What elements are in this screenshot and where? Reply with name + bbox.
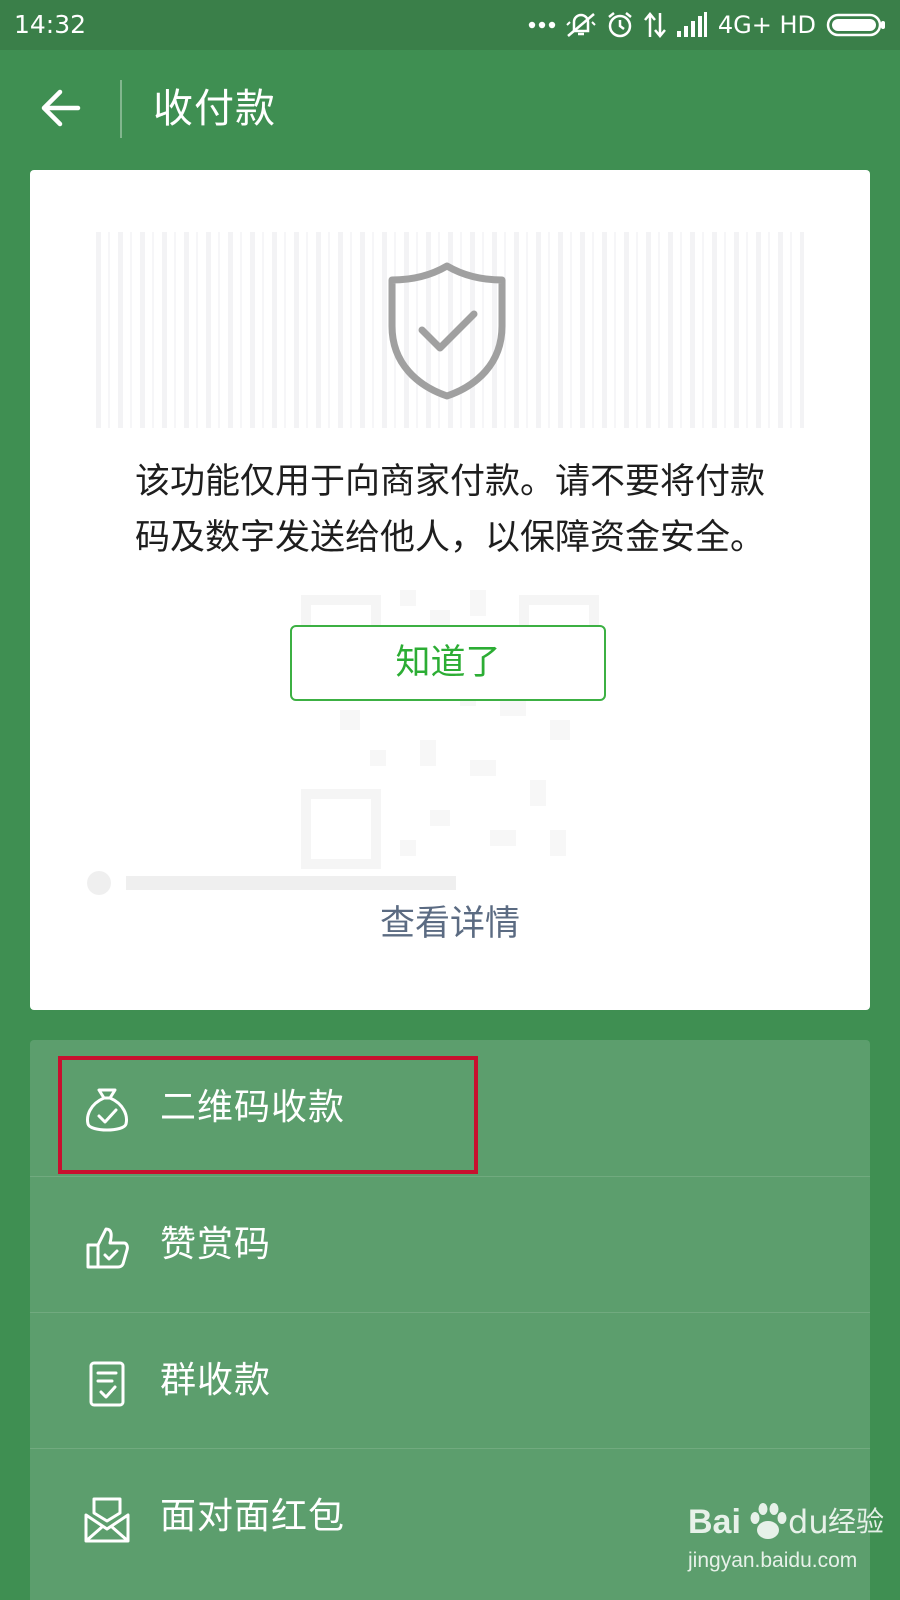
header-divider	[120, 80, 122, 138]
got-it-button[interactable]: 知道了	[290, 625, 606, 701]
menu-item-label: 群收款	[160, 1360, 272, 1401]
thumbs-up-icon	[86, 1227, 129, 1269]
menu-item-label: 二维码收款	[160, 1087, 346, 1128]
watermark-brand: Bai	[688, 1503, 741, 1541]
menu-item-label: 赞赏码	[160, 1224, 272, 1265]
status-time: 14:32	[14, 10, 87, 39]
baidu-watermark: Bai du 经验 jingyan.baidu.com	[688, 1500, 888, 1590]
watermark-brand-cn: 经验	[828, 1505, 885, 1538]
network-type: 4G+ HD	[717, 11, 816, 39]
battery-icon	[826, 12, 886, 38]
page-title: 收付款	[153, 86, 276, 132]
shield-check-icon	[388, 262, 506, 400]
alarm-icon	[606, 11, 634, 39]
notice-message-line1: 该功能仅用于向商家付款。请不要将付款	[134, 462, 765, 502]
data-transfer-icon	[643, 11, 666, 39]
menu-item-label: 面对面红包	[160, 1496, 346, 1537]
red-envelope-icon	[84, 1497, 130, 1543]
watermark-brand-du: du	[788, 1503, 829, 1541]
mute-vibrate-icon	[566, 11, 596, 39]
more-dots-icon	[528, 20, 556, 30]
qr-code-placeholder	[301, 590, 599, 869]
paw-icon	[750, 1503, 787, 1539]
watermark-url: jingyan.baidu.com	[688, 1549, 858, 1572]
arrow-left-icon	[38, 88, 82, 132]
hidden-caption-placeholder	[87, 871, 456, 895]
status-bar: 14:32 4G+ HD	[0, 0, 900, 50]
menu-item-reward-code[interactable]: 赞赏码	[30, 1177, 870, 1313]
app-bar: 收付款	[0, 50, 900, 168]
status-icons: 4G+ HD	[528, 8, 886, 42]
notice-message-line2: 码及数字发送给他人，以保障资金安全。	[134, 518, 765, 558]
receipt-icon	[89, 1361, 125, 1407]
menu-item-qr-receive[interactable]: 二维码收款	[30, 1040, 870, 1176]
money-bag-icon	[86, 1088, 128, 1132]
menu-item-group-collect[interactable]: 群收款	[30, 1313, 870, 1449]
notice-card: 该功能仅用于向商家付款。请不要将付款 码及数字发送给他人，以保障资金安全。 知道…	[30, 170, 870, 1010]
back-button[interactable]	[30, 80, 90, 140]
notice-message: 该功能仅用于向商家付款。请不要将付款 码及数字发送给他人，以保障资金安全。	[70, 454, 830, 566]
view-details-link[interactable]: 查看详情	[30, 896, 870, 952]
signal-icon	[676, 12, 708, 38]
